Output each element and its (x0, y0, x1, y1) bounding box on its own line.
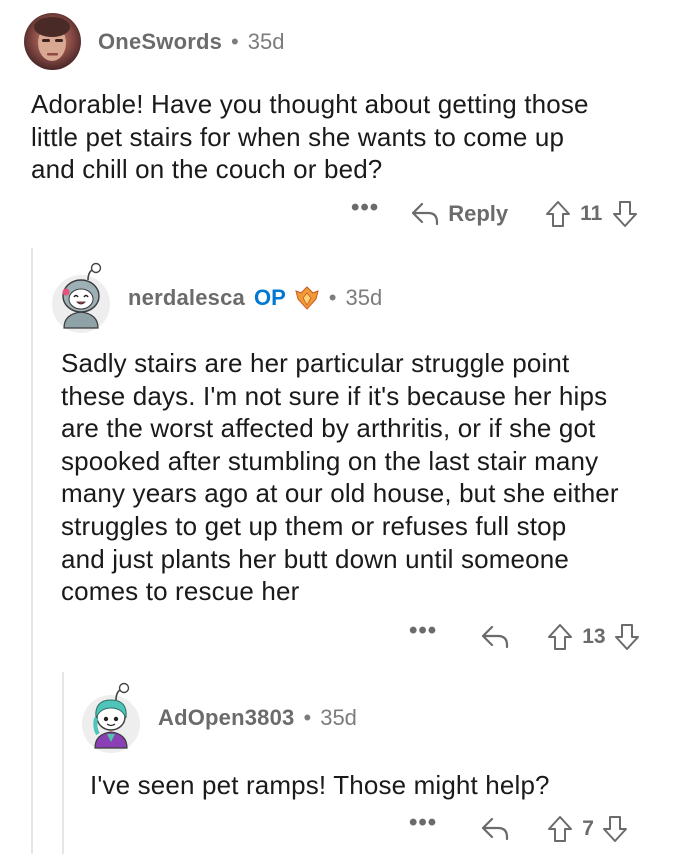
upvote-arrow-icon[interactable] (547, 623, 573, 651)
comment-text-line: Adorable! Have you thought about getting… (31, 89, 589, 119)
comment-text-line: Sadly stairs are her particular struggle… (61, 348, 570, 378)
more-options-button[interactable]: ••• (351, 196, 379, 220)
vote-count: 7 (582, 817, 594, 840)
comment-actions: ••• 13 (409, 619, 640, 651)
comment-body: Adorable! Have you thought about getting… (31, 88, 681, 186)
reply-arrow-icon[interactable] (480, 816, 510, 842)
comment-age: 35d (320, 705, 357, 730)
comment-text-line: and just plants her butt down until some… (61, 543, 569, 574)
more-options-button[interactable]: ••• (409, 811, 437, 835)
comment-text-line: little pet stairs for when she wants to … (31, 121, 565, 152)
thread-line-nested[interactable] (62, 672, 64, 854)
meta-separator: • (328, 285, 337, 310)
vote-count: 11 (580, 202, 603, 225)
reply-label: Reply (448, 201, 509, 226)
reply-arrow-icon[interactable] (480, 624, 510, 650)
comment-text-line: I've seen pet ramps! Those might help? (90, 770, 550, 800)
op-badge: OP (253, 285, 286, 310)
reply-button[interactable]: Reply (410, 201, 508, 227)
avatar[interactable] (52, 262, 110, 334)
comment-text-line: spooked after stumbling on the last stai… (61, 445, 599, 476)
award-icon[interactable] (294, 285, 320, 311)
comment-age: 35d (247, 28, 285, 54)
upvote-arrow-icon[interactable] (547, 815, 573, 843)
comment-header: nerdalesca OP • 35d (52, 262, 382, 334)
vote-count: 13 (582, 625, 606, 648)
comment-header: AdOpen3803 • 35d (82, 682, 357, 754)
comment-text-line: these days. I'm not sure if it's because… (61, 380, 608, 411)
comment-body: Sadly stairs are her particular struggle… (61, 347, 691, 608)
username[interactable]: OneSwords (98, 29, 222, 55)
comment-actions: ••• Reply 11 (351, 196, 638, 228)
comment-text-line: struggles to get up them or refuses full… (61, 510, 567, 541)
avatar[interactable] (24, 13, 81, 70)
downvote-arrow-icon[interactable] (614, 623, 640, 651)
more-options-button[interactable]: ••• (409, 619, 437, 643)
avatar[interactable] (82, 682, 140, 754)
comment-text-line: many years ago at our old house, but she… (61, 478, 619, 509)
upvote-arrow-icon[interactable] (545, 200, 571, 228)
comment-header: OneSwords • 35d (24, 13, 284, 70)
comment-text-line: and chill on the couch or bed? (31, 154, 383, 185)
downvote-arrow-icon[interactable] (602, 815, 628, 843)
meta-separator: • (231, 28, 239, 54)
reply-arrow-icon (410, 201, 440, 227)
comment-text-line: are the worst affected by arthritis, or … (61, 413, 596, 444)
username[interactable]: AdOpen3803 (158, 705, 295, 731)
comment-age: 35d (345, 285, 383, 310)
comment-body: I've seen pet ramps! Those might help? (90, 769, 690, 802)
comment-text-line: comes to rescue her (61, 576, 300, 607)
meta-separator: • (303, 705, 312, 730)
comment-actions: ••• 7 (409, 811, 628, 843)
thread-line[interactable] (31, 248, 33, 854)
username[interactable]: nerdalesca (128, 285, 245, 311)
downvote-arrow-icon[interactable] (612, 200, 638, 228)
